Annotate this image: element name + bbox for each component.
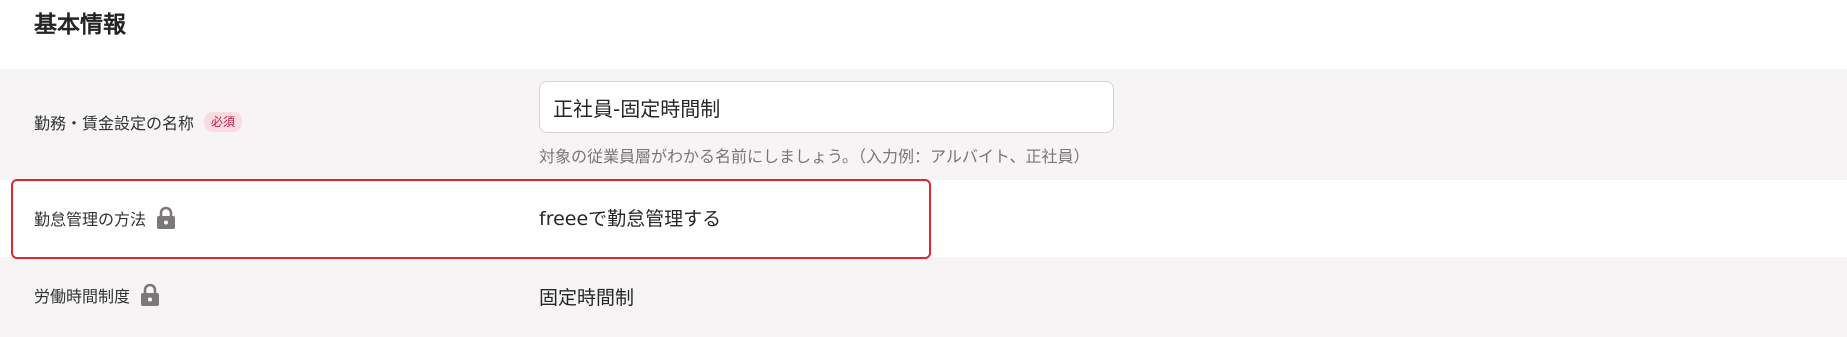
field-row-working-hours-system: 労働時間制度 固定時間制 xyxy=(0,257,1847,337)
field-row-name: 勤務・賃金設定の名称 必須 対象の従業員層がわかる名前にしましょう。（入力例：ア… xyxy=(0,69,1847,180)
field-row-attendance-method: 勤怠管理の方法 freeeで勤怠管理する xyxy=(0,180,1847,257)
field-label-working-hours-system: 労働時間制度 xyxy=(34,287,131,306)
field-label-attendance-method: 勤怠管理の方法 xyxy=(34,210,147,229)
section-title: 基本情報 xyxy=(34,12,126,38)
lock-icon xyxy=(140,283,160,307)
working-hours-system-value: 固定時間制 xyxy=(539,287,635,309)
required-badge: 必須 xyxy=(204,112,243,132)
field-label-working-hours-system-container: 労働時間制度 xyxy=(34,283,160,307)
lock-icon xyxy=(156,206,176,230)
field-label-attendance-method-container: 勤怠管理の方法 xyxy=(34,206,176,230)
setting-name-input[interactable] xyxy=(539,81,1114,133)
field-label-name: 勤務・賃金設定の名称 xyxy=(34,114,195,133)
field-label-name-container: 勤務・賃金設定の名称 必須 xyxy=(34,110,243,134)
setting-name-help-text: 対象の従業員層がわかる名前にしましょう。（入力例：アルバイト、正社員） xyxy=(539,147,1090,166)
basic-info-page: 基本情報 勤務・賃金設定の名称 必須 対象の従業員層がわかる名前にしましょう。（… xyxy=(0,0,1847,337)
attendance-method-value: freeeで勤怠管理する xyxy=(539,208,722,230)
